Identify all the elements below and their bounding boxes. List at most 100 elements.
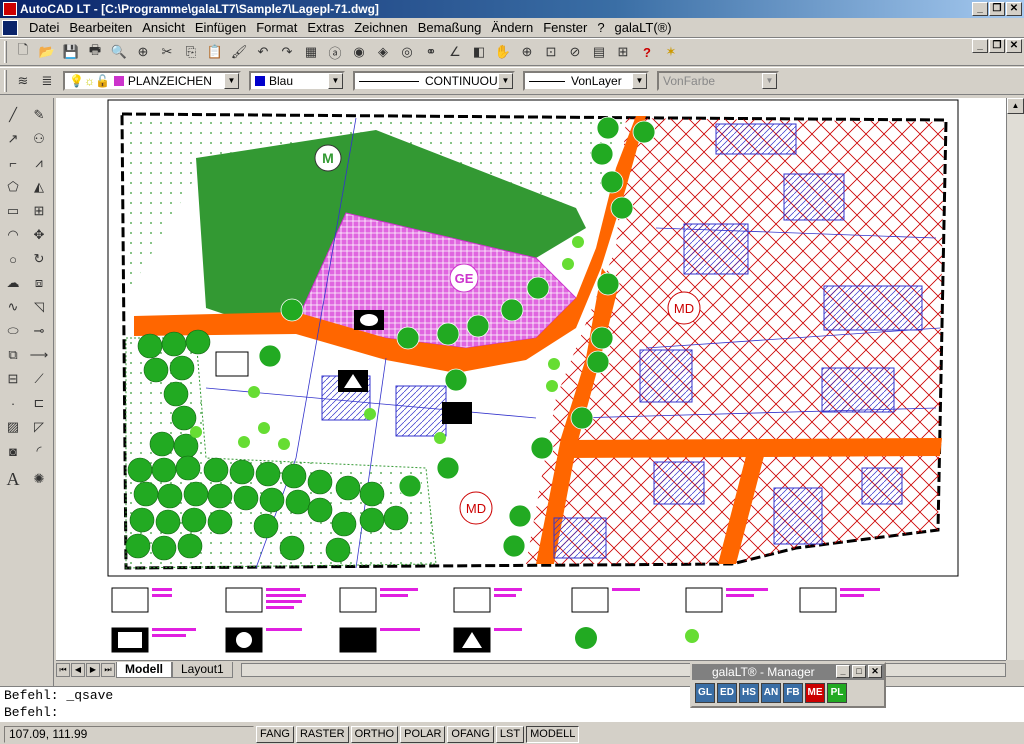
open-folder-icon[interactable]: 📂 (36, 41, 58, 63)
construction-line-icon[interactable]: ↗ (2, 128, 24, 150)
menu-extras[interactable]: Extras (302, 20, 349, 35)
make-block-icon[interactable]: ⊟ (2, 368, 24, 390)
tab-next-icon[interactable]: ▶ (86, 662, 100, 677)
explode-icon[interactable]: ✺ (28, 468, 50, 490)
menu-galalt[interactable]: galaLT(®) (610, 20, 677, 35)
manager-tool-me-icon[interactable]: ME (805, 683, 825, 703)
grid-toggle[interactable]: RASTER (295, 725, 349, 743)
layer-previous-icon[interactable]: ≣ (36, 70, 58, 92)
menu-einfuegen[interactable]: Einfügen (190, 20, 251, 35)
scroll-up-icon[interactable]: ▲ (1007, 98, 1024, 114)
arc-icon[interactable]: ◠ (2, 224, 24, 246)
offset-icon[interactable]: ◭ (28, 176, 50, 198)
restore-button[interactable]: ❐ (989, 2, 1005, 16)
break-icon[interactable]: ⟋ (28, 368, 50, 390)
fillet-icon[interactable]: ◜ (28, 440, 50, 462)
polyline-icon[interactable]: ⌐ (2, 152, 24, 174)
layer-states-icon[interactable]: ≋ (12, 70, 34, 92)
hatch-icon[interactable]: ▨ (2, 416, 24, 438)
star-icon[interactable]: ✶ (660, 41, 682, 63)
horizontal-scrollbar[interactable] (240, 662, 1006, 677)
hyperlink-icon[interactable]: ⚭ (420, 41, 442, 63)
menu-bemassung[interactable]: Bemaßung (413, 20, 487, 35)
move-icon[interactable]: ✥ (28, 224, 50, 246)
revcloud-icon[interactable]: ☁ (2, 272, 24, 294)
rotate-icon[interactable]: ↻ (28, 248, 50, 270)
trim-icon[interactable]: ⊸ (28, 320, 50, 342)
chevron-down-icon[interactable]: ▼ (498, 73, 513, 89)
polar-toggle[interactable]: POLAR (400, 725, 446, 743)
zoom-realtime-icon[interactable]: ⊕ (516, 41, 538, 63)
manager-tool-5-icon[interactable]: FB (783, 683, 803, 703)
properties-icon[interactable]: ⓐ (324, 41, 346, 63)
region-icon[interactable]: ◧ (468, 41, 490, 63)
redo-icon[interactable]: ↷ (276, 41, 298, 63)
lineweight-toggle[interactable]: LST (495, 725, 525, 743)
spline-icon[interactable]: ∿ (2, 296, 24, 318)
menu-fenster[interactable]: Fenster (538, 20, 592, 35)
insert-block-icon[interactable]: ⧉ (2, 344, 24, 366)
match-properties-icon[interactable]: 🖌 (228, 41, 250, 63)
menu-ansicht[interactable]: Ansicht (137, 20, 190, 35)
manager-title-bar[interactable]: galaLT® - Manager _ □ ✕ (692, 664, 884, 680)
polygon-icon[interactable]: ⬠ (2, 176, 24, 198)
scale-icon[interactable]: ⧈ (28, 272, 50, 294)
manager-maximize-button[interactable]: □ (852, 665, 866, 678)
ortho-toggle[interactable]: ORTHO (350, 725, 399, 743)
color-select[interactable]: Blau ▼ (249, 71, 345, 91)
line-icon[interactable]: ╱ (2, 104, 24, 126)
rectangle-icon[interactable]: ▭ (2, 200, 24, 222)
chevron-down-icon[interactable]: ▼ (632, 73, 647, 89)
tab-last-icon[interactable]: ⏭ (101, 662, 115, 677)
manager-minimize-button[interactable]: _ (836, 665, 850, 678)
drawing-canvas[interactable]: M GE MD MD (56, 98, 1006, 660)
tab-modell[interactable]: Modell (116, 661, 172, 678)
stretch-icon[interactable]: ◹ (28, 296, 50, 318)
tab-first-icon[interactable]: ⏮ (56, 662, 70, 677)
designcenter-icon[interactable]: ▦ (300, 41, 322, 63)
measure-icon[interactable]: ∠ (444, 41, 466, 63)
extend-icon[interactable]: ⟶ (28, 344, 50, 366)
print-preview-icon[interactable]: 🔍 (108, 41, 130, 63)
chamfer-icon[interactable]: ◸ (28, 416, 50, 438)
manager-tool-2-icon[interactable]: ED (717, 683, 737, 703)
region-icon[interactable]: ◙ (2, 440, 24, 462)
menu-format[interactable]: Format (251, 20, 302, 35)
cut-icon[interactable]: ✂ (156, 41, 178, 63)
pan-icon[interactable]: ✋ (492, 41, 514, 63)
menu-aendern[interactable]: Ändern (486, 20, 538, 35)
manager-tool-4-icon[interactable]: AN (761, 683, 781, 703)
layer-select[interactable]: 💡 ☼ 🔓 PLANZEICHEN ▼ (63, 71, 241, 91)
minimize-button[interactable]: _ (972, 2, 988, 16)
tool-palette-icon[interactable]: ◉ (348, 41, 370, 63)
copy-icon[interactable]: ⎘ (180, 41, 202, 63)
app-icon[interactable] (3, 2, 17, 16)
circle-icon[interactable]: ○ (2, 248, 24, 270)
zoom-window-icon[interactable]: ⊡ (540, 41, 562, 63)
linetype-select[interactable]: CONTINUOUS ▼ (353, 71, 515, 91)
model-toggle[interactable]: MODELL (526, 725, 580, 743)
manager-tool-7-icon[interactable]: PL (827, 683, 847, 703)
close-button[interactable]: ✕ (1006, 2, 1022, 16)
calculator-icon[interactable]: ▤ (588, 41, 610, 63)
manager-tool-3-icon[interactable]: HS (739, 683, 759, 703)
lineweight-select[interactable]: VonLayer ▼ (523, 71, 649, 91)
print-icon[interactable]: 🖶 (84, 41, 106, 63)
copy-object-icon[interactable]: ⚇ (28, 128, 50, 150)
undo-icon[interactable]: ↶ (252, 41, 274, 63)
ellipse-icon[interactable]: ⬭ (2, 320, 24, 342)
chevron-down-icon[interactable]: ▼ (224, 73, 239, 89)
array-icon[interactable]: ⊞ (28, 200, 50, 222)
save-icon[interactable]: 💾 (60, 41, 82, 63)
point-icon[interactable]: · (2, 392, 24, 414)
new-file-icon[interactable]: 🗋 (12, 41, 34, 63)
chevron-down-icon[interactable]: ▼ (328, 73, 343, 89)
manager-close-button[interactable]: ✕ (868, 665, 882, 678)
publish-icon[interactable]: ⊕ (132, 41, 154, 63)
vertical-scrollbar[interactable]: ▲ (1006, 98, 1024, 660)
markup-icon[interactable]: ◎ (396, 41, 418, 63)
document-icon[interactable] (2, 19, 18, 36)
tab-layout1[interactable]: Layout1 (172, 661, 233, 678)
manager-tool-1-icon[interactable]: GL (695, 683, 715, 703)
menu-datei[interactable]: Datei (24, 20, 64, 35)
